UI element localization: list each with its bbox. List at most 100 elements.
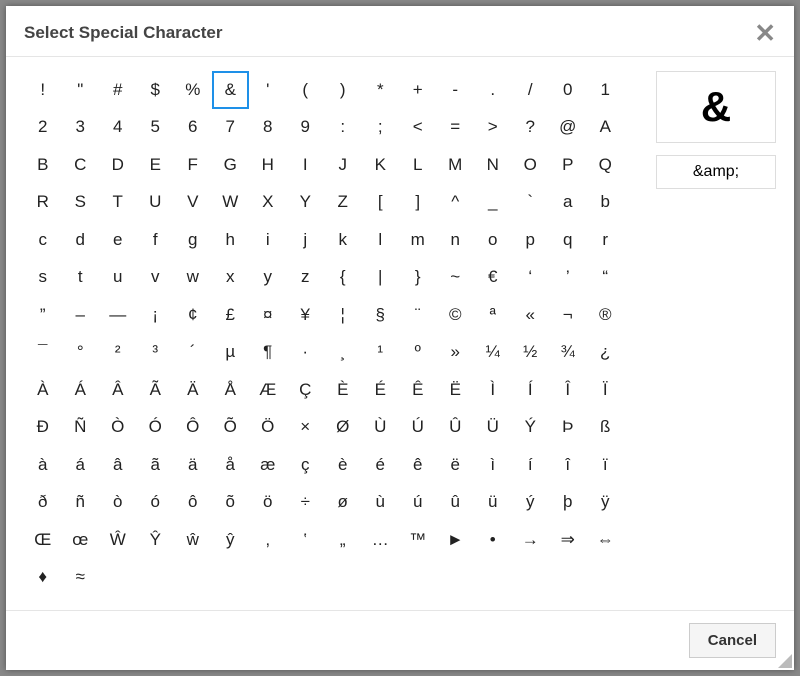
char-cell[interactable]: Y bbox=[287, 184, 325, 222]
char-cell[interactable]: Ð bbox=[24, 409, 62, 447]
char-cell[interactable]: Q bbox=[587, 146, 625, 184]
char-cell[interactable]: 1 bbox=[587, 71, 625, 109]
char-cell[interactable]: ) bbox=[324, 71, 362, 109]
char-cell[interactable]: Ù bbox=[362, 409, 400, 447]
char-cell[interactable]: Ŵ bbox=[99, 521, 137, 559]
char-cell[interactable]: ♦ bbox=[24, 559, 62, 597]
char-cell[interactable]: ⇒ bbox=[549, 521, 587, 559]
char-cell[interactable]: ⇔ bbox=[587, 521, 625, 559]
char-cell[interactable]: H bbox=[249, 146, 287, 184]
char-cell[interactable]: æ bbox=[249, 446, 287, 484]
char-cell[interactable]: 9 bbox=[287, 109, 325, 147]
char-cell[interactable]: ø bbox=[324, 484, 362, 522]
char-cell[interactable]: I bbox=[287, 146, 325, 184]
char-cell[interactable]: • bbox=[474, 521, 512, 559]
char-cell[interactable]: ° bbox=[62, 334, 100, 372]
char-cell[interactable]: 2 bbox=[24, 109, 62, 147]
char-cell[interactable]: Í bbox=[512, 371, 550, 409]
char-cell[interactable]: z bbox=[287, 259, 325, 297]
char-cell[interactable]: Õ bbox=[212, 409, 250, 447]
char-cell[interactable]: U bbox=[137, 184, 175, 222]
char-cell[interactable]: µ bbox=[212, 334, 250, 372]
char-cell[interactable]: ð bbox=[24, 484, 62, 522]
char-cell[interactable]: : bbox=[324, 109, 362, 147]
char-cell[interactable]: a bbox=[549, 184, 587, 222]
char-cell[interactable]: 4 bbox=[99, 109, 137, 147]
char-cell[interactable]: Ô bbox=[174, 409, 212, 447]
char-cell[interactable]: ë bbox=[437, 446, 475, 484]
char-cell[interactable]: N bbox=[474, 146, 512, 184]
char-cell[interactable]: » bbox=[437, 334, 475, 372]
char-cell[interactable]: – bbox=[62, 296, 100, 334]
char-cell[interactable]: ¹ bbox=[362, 334, 400, 372]
char-cell[interactable]: d bbox=[62, 221, 100, 259]
char-cell[interactable]: ' bbox=[249, 71, 287, 109]
char-cell[interactable]: [ bbox=[362, 184, 400, 222]
char-cell[interactable]: V bbox=[174, 184, 212, 222]
char-cell[interactable]: j bbox=[287, 221, 325, 259]
char-cell[interactable]: K bbox=[362, 146, 400, 184]
char-cell[interactable]: w bbox=[174, 259, 212, 297]
char-cell[interactable]: t bbox=[62, 259, 100, 297]
char-cell[interactable]: ó bbox=[137, 484, 175, 522]
char-cell[interactable]: > bbox=[474, 109, 512, 147]
char-cell[interactable]: ¥ bbox=[287, 296, 325, 334]
char-cell[interactable]: h bbox=[212, 221, 250, 259]
char-cell[interactable]: ¨ bbox=[399, 296, 437, 334]
char-cell[interactable]: = bbox=[437, 109, 475, 147]
char-cell[interactable]: ¦ bbox=[324, 296, 362, 334]
char-cell[interactable]: c bbox=[24, 221, 62, 259]
char-cell[interactable]: ‘ bbox=[512, 259, 550, 297]
char-cell[interactable]: ¡ bbox=[137, 296, 175, 334]
char-cell[interactable]: Ë bbox=[437, 371, 475, 409]
char-cell[interactable]: % bbox=[174, 71, 212, 109]
char-cell[interactable]: n bbox=[437, 221, 475, 259]
char-cell[interactable]: ù bbox=[362, 484, 400, 522]
char-cell[interactable]: O bbox=[512, 146, 550, 184]
char-cell[interactable]: ™ bbox=[399, 521, 437, 559]
char-cell[interactable]: ] bbox=[399, 184, 437, 222]
char-cell[interactable]: Á bbox=[62, 371, 100, 409]
char-cell[interactable]: ^ bbox=[437, 184, 475, 222]
char-cell[interactable]: e bbox=[99, 221, 137, 259]
char-cell[interactable]: B bbox=[24, 146, 62, 184]
char-cell[interactable]: b bbox=[587, 184, 625, 222]
char-cell[interactable]: ö bbox=[249, 484, 287, 522]
char-cell[interactable]: F bbox=[174, 146, 212, 184]
char-cell[interactable]: º bbox=[399, 334, 437, 372]
char-cell[interactable]: § bbox=[362, 296, 400, 334]
char-cell[interactable]: ä bbox=[174, 446, 212, 484]
char-cell[interactable]: ” bbox=[24, 296, 62, 334]
char-cell[interactable]: · bbox=[287, 334, 325, 372]
char-cell[interactable]: ý bbox=[512, 484, 550, 522]
char-cell[interactable]: î bbox=[549, 446, 587, 484]
char-cell[interactable]: ¬ bbox=[549, 296, 587, 334]
char-cell[interactable]: ¾ bbox=[549, 334, 587, 372]
char-cell[interactable]: ´ bbox=[174, 334, 212, 372]
char-cell[interactable]: 5 bbox=[137, 109, 175, 147]
char-cell[interactable]: ê bbox=[399, 446, 437, 484]
char-cell[interactable]: i bbox=[249, 221, 287, 259]
char-cell[interactable]: Þ bbox=[549, 409, 587, 447]
char-cell[interactable]: E bbox=[137, 146, 175, 184]
char-cell[interactable]: L bbox=[399, 146, 437, 184]
char-cell[interactable]: ¶ bbox=[249, 334, 287, 372]
char-cell[interactable]: ÿ bbox=[587, 484, 625, 522]
char-cell[interactable]: — bbox=[99, 296, 137, 334]
char-cell[interactable]: # bbox=[99, 71, 137, 109]
char-cell[interactable]: í bbox=[512, 446, 550, 484]
char-cell[interactable]: " bbox=[62, 71, 100, 109]
char-cell[interactable]: ô bbox=[174, 484, 212, 522]
char-cell[interactable]: Ò bbox=[99, 409, 137, 447]
char-cell[interactable]: Ç bbox=[287, 371, 325, 409]
char-cell[interactable]: Ú bbox=[399, 409, 437, 447]
char-cell[interactable]: < bbox=[399, 109, 437, 147]
char-cell[interactable]: 7 bbox=[212, 109, 250, 147]
char-cell[interactable]: A bbox=[587, 109, 625, 147]
char-cell[interactable]: © bbox=[437, 296, 475, 334]
char-cell[interactable]: f bbox=[137, 221, 175, 259]
char-cell[interactable]: 3 bbox=[62, 109, 100, 147]
char-cell[interactable]: û bbox=[437, 484, 475, 522]
char-cell[interactable]: è bbox=[324, 446, 362, 484]
char-cell[interactable]: R bbox=[24, 184, 62, 222]
